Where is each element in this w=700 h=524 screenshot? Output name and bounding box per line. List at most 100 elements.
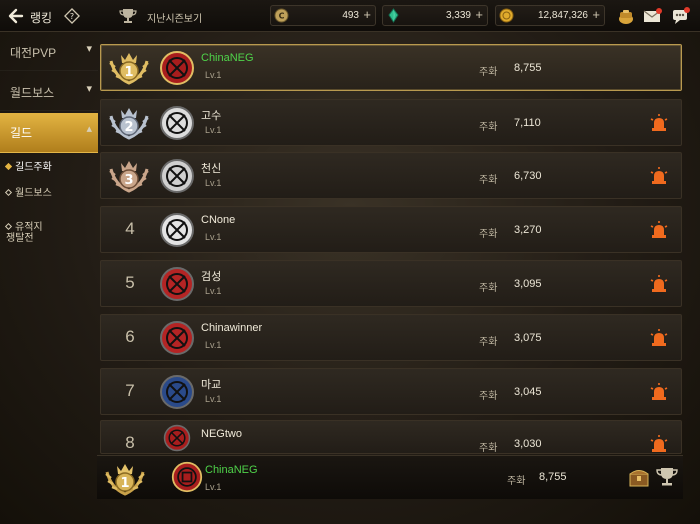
rank-number: 4 [125,219,135,238]
top-bar: 랭킹 ? 지난시즌보기 C 493 + 3,339 + 12,847,326 + [0,0,700,32]
guild-emblem-icon [160,159,194,193]
rank-number: 7 [125,381,135,400]
currency-c: C 493 + [270,5,376,26]
reward-chest-icon[interactable] [627,465,651,489]
diamond-bullet-icon [4,222,13,231]
siren-alarm-icon[interactable] [649,328,669,348]
rank-number: 5 [125,273,135,292]
rank-row[interactable]: 1 ChinaNEG Lv.1 주화 8,755 [100,44,682,91]
add-currency-gem-button[interactable]: + [475,7,483,22]
sidebar-tab-guild[interactable]: 길드 ▴ [0,113,98,153]
guild-emblem-icon [160,321,194,355]
guild-score: 3,095 [514,278,542,290]
add-currency-gold-button[interactable]: + [592,7,600,22]
currency-gem: 3,339 + [382,5,488,26]
guild-level: Lv.1 [205,232,222,242]
rank-row[interactable]: 6 Chinawinner Lv.1 주화 3,075 [100,314,682,361]
siren-alarm-icon[interactable] [649,382,669,402]
chevron-down-icon: ▾ [86,83,92,95]
rank-row[interactable]: 4 CNone Lv.1 주화 3,270 [100,206,682,253]
guild-emblem-icon [163,424,191,452]
currency-gold: 12,847,326 + [495,5,605,26]
siren-alarm-icon[interactable] [649,113,669,133]
page-title: 랭킹 [30,11,53,25]
mail-icon[interactable] [642,6,662,26]
gold-coin-icon [499,8,514,23]
rank-row[interactable]: 2 고수 Lv.1 주화 7,110 [100,99,682,146]
siren-alarm-icon[interactable] [649,434,669,454]
score-label: 주화 [479,175,498,186]
siren-alarm-icon[interactable] [649,220,669,240]
guild-name: CNone [201,214,236,226]
rank-row[interactable]: 3 천신 Lv.1 주화 6,730 [100,152,682,199]
sidebar-sub-label: 월드보스 [15,188,52,199]
help-icon[interactable]: ? [64,8,80,24]
rank-row[interactable]: 7 마교 Lv.1 주화 3,045 [100,368,682,415]
guild-name: NEGtwo [201,428,242,440]
rank-2-laurel-icon: 2 [109,108,149,140]
guild-score: 6,730 [514,170,542,182]
svg-text:?: ? [70,12,74,21]
guild-name: 고수 [201,110,222,122]
rank-number: 6 [125,327,135,346]
guild-emblem-icon [160,375,194,409]
sidebar-sub-guild-coin[interactable]: 길드주화 [4,162,52,173]
rank-row[interactable]: 8 NEGtwoLv.1주화3,030 [100,420,682,454]
coin-c-icon: C [274,8,289,23]
score-label: 주화 [479,391,498,402]
siren-alarm-icon[interactable] [649,166,669,186]
back-arrow-icon[interactable] [6,6,26,26]
my-score: 8,755 [539,471,567,483]
sidebar-sub-label: 길드주화 [15,162,52,173]
guild-emblem-icon [160,267,194,301]
guild-score: 8,755 [514,62,542,74]
currency-gem-value: 3,339 [445,10,471,21]
guild-level: Lv.1 [205,286,222,296]
diamond-bullet-icon [4,188,13,197]
score-label: 주화 [479,337,498,348]
my-score-label: 주화 [507,476,526,487]
score-label: 주화 [479,283,498,294]
sidebar-sub-ruins-battle[interactable]: 유적지 쟁탈전 [4,211,43,244]
currency-c-value: 493 [342,10,359,21]
add-currency-c-button[interactable]: + [363,7,371,22]
guild-name: 마교 [201,379,222,391]
svg-text:C: C [279,12,285,21]
past-season-button[interactable]: 지난시즌보기 [147,10,202,25]
rank-row[interactable]: 5 검성 Lv.1 주화 3,095 [100,260,682,307]
rank-number: 8 [125,433,135,452]
rank-1-laurel-icon: 1 [105,464,145,496]
chevron-up-icon: ▴ [86,123,92,135]
guild-name: Chinawinner [201,322,263,334]
trophy-icon[interactable] [655,465,679,489]
guild-score: 3,030 [514,438,542,450]
rank-number: 2 [124,120,133,135]
sidebar-sub-world-boss[interactable]: 월드보스 [4,188,52,199]
guild-name: 천신 [201,163,222,175]
guild-score: 3,045 [514,386,542,398]
guild-score: 3,270 [514,224,542,236]
guild-emblem-icon [171,461,203,493]
chat-icon[interactable] [670,6,690,26]
my-rank-number: 1 [120,476,129,491]
green-gem-icon [388,8,399,23]
siren-alarm-icon[interactable] [649,274,669,294]
sidebar-tab-label: 길드 [10,126,33,140]
my-guild-name: ChinaNEG [205,464,258,476]
guild-emblem-icon [160,213,194,247]
sidebar-tab-pvp[interactable]: 대전PVP ▾ [0,33,98,71]
score-label: 주화 [479,67,498,78]
rank-number: 3 [124,173,133,188]
chevron-down-icon: ▾ [86,43,92,55]
treasure-bag-icon[interactable] [616,6,636,26]
sidebar-tab-world-boss[interactable]: 월드보스 ▾ [0,73,98,111]
guild-name: ChinaNEG [201,52,254,64]
score-label: 주화 [479,122,498,133]
rank-1-laurel-icon: 1 [109,53,149,85]
trophy-icon[interactable] [118,6,138,26]
guild-level: Lv.1 [205,125,222,135]
guild-emblem-icon [160,51,194,85]
guild-level: Lv.1 [205,340,222,350]
sidebar-tab-label: 대전PVP [10,46,57,60]
sidebar-tab-label: 월드보스 [10,86,55,100]
